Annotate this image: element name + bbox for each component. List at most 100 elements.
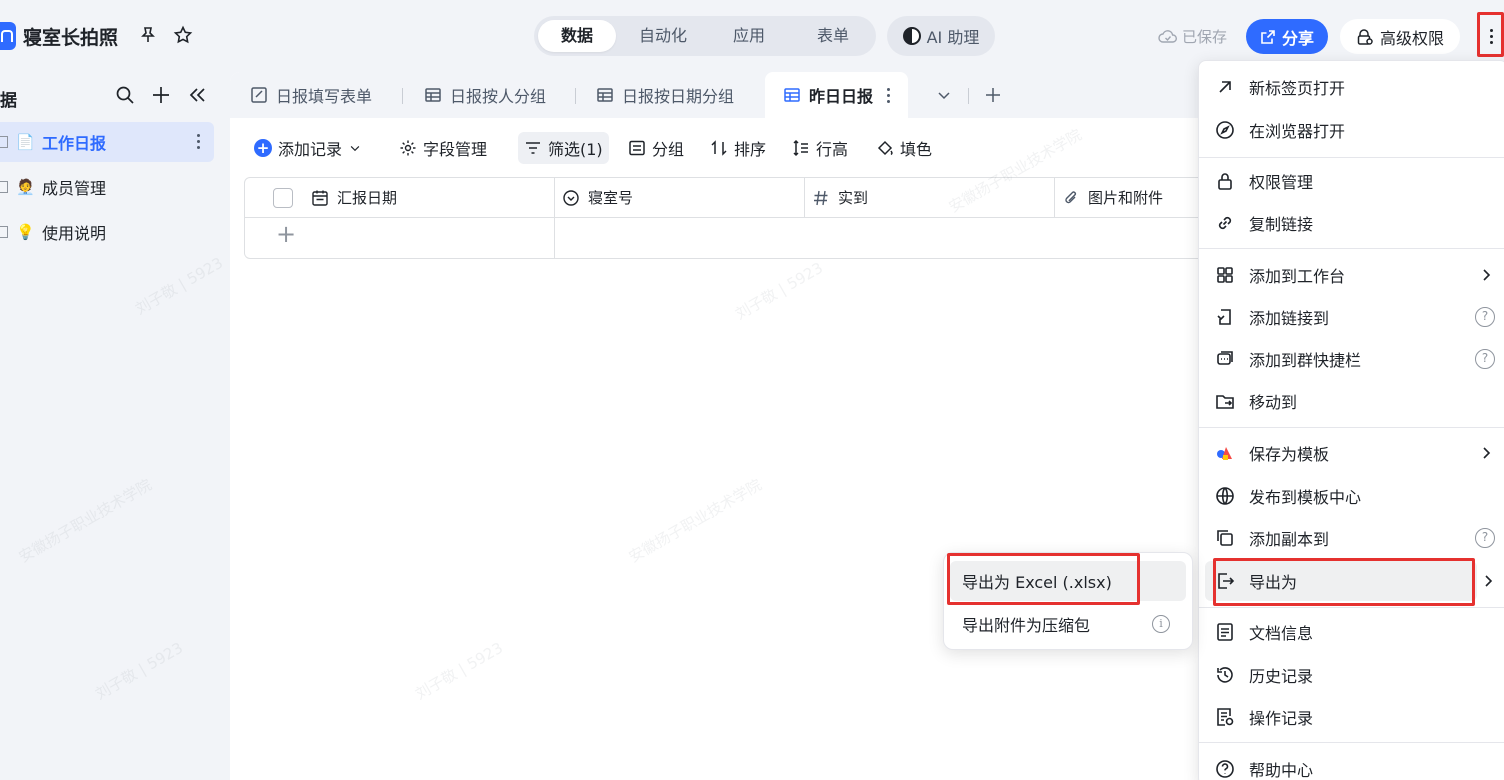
- link-icon: [1218, 216, 1232, 230]
- pin-icon[interactable]: [137, 24, 159, 46]
- doc-title[interactable]: 寝室长拍照: [23, 23, 118, 50]
- tab-label: 昨日日报: [809, 87, 874, 106]
- menu-permission-management[interactable]: 权限管理: [1199, 161, 1504, 201]
- link-to-icon: [1217, 309, 1231, 325]
- column-header-dorm[interactable]: 寝室号: [562, 178, 634, 218]
- menu-publish-to-template-center[interactable]: 发布到模板中心: [1199, 476, 1504, 516]
- sidebar-item-daily-report[interactable]: 📄 工作日报: [0, 122, 214, 162]
- group-icon: [629, 140, 645, 156]
- nav-tab-apps[interactable]: 应用: [710, 20, 788, 52]
- ai-assistant-label: AI 助理: [926, 28, 980, 47]
- calendar-icon: [312, 190, 328, 206]
- column-header-present[interactable]: 实到: [812, 178, 869, 218]
- menu-item-label: 添加链接到: [1249, 309, 1330, 328]
- tab-yesterday-report[interactable]: 昨日日报: [765, 72, 909, 118]
- plus-icon: [986, 88, 1000, 102]
- menu-item-label: 添加副本到: [1249, 530, 1330, 549]
- fill-color-button[interactable]: 填色: [870, 132, 938, 164]
- more-options-menu: 新标签页打开 在浏览器打开 权限管理 复制链接 添加到工作台 添加链接到 ? 添…: [1198, 60, 1504, 780]
- row-height-icon: [793, 139, 808, 157]
- tab-group-by-date[interactable]: 日报按日期分组: [596, 72, 734, 118]
- sidebar-item-label: 成员管理: [42, 179, 107, 198]
- menu-move-to[interactable]: 移动到: [1199, 381, 1504, 421]
- menu-history[interactable]: 历史记录: [1199, 655, 1504, 695]
- group-button[interactable]: 分组: [622, 132, 690, 164]
- share-button[interactable]: 分享: [1246, 19, 1328, 54]
- menu-item-label: 发布到模板中心: [1249, 488, 1362, 507]
- select-all-checkbox-cell: [273, 178, 293, 218]
- field-manager-button[interactable]: 字段管理: [393, 132, 493, 164]
- row-height-button[interactable]: 行高: [786, 132, 854, 164]
- filter-button[interactable]: 筛选(1): [518, 132, 609, 164]
- permission-label: 高级权限: [1379, 28, 1444, 48]
- more-options-button[interactable]: [1480, 16, 1502, 56]
- advanced-permission-button[interactable]: 高级权限: [1340, 19, 1460, 54]
- column-header-report-date[interactable]: 汇报日期: [311, 178, 398, 218]
- export-excel-option[interactable]: 导出为 Excel (.xlsx): [950, 561, 1186, 601]
- sidebar-tools: [114, 84, 208, 106]
- add-row-button[interactable]: +: [275, 222, 297, 246]
- help-icon[interactable]: ?: [1475, 307, 1495, 327]
- menu-help-center[interactable]: 帮助中心: [1199, 749, 1504, 780]
- column-header-attachments[interactable]: 图片和附件: [1062, 178, 1164, 218]
- search-icon[interactable]: [114, 84, 136, 106]
- star-icon[interactable]: [172, 24, 194, 46]
- menu-add-to-group-shortcut[interactable]: 添加到群快捷栏 ?: [1199, 339, 1504, 379]
- export-attachments-zip-option[interactable]: 导出附件为压缩包 i: [950, 604, 1186, 644]
- menu-item-label: 添加到群快捷栏: [1249, 351, 1362, 370]
- lightbulb-emoji-icon: 💡: [16, 223, 35, 241]
- help-icon[interactable]: ?: [1475, 349, 1495, 369]
- menu-copy-link[interactable]: 复制链接: [1199, 203, 1504, 243]
- menu-operation-log[interactable]: 操作记录: [1199, 697, 1504, 737]
- menu-export-as[interactable]: 导出为: [1205, 561, 1477, 601]
- chat-icon: [1217, 351, 1233, 365]
- sidebar-item-instructions[interactable]: 💡 使用说明: [0, 212, 214, 252]
- nav-tab-forms[interactable]: 表单: [794, 20, 872, 52]
- save-status: 已保存: [1158, 26, 1227, 47]
- tab-label: 日报填写表单: [276, 87, 373, 106]
- app-logo-icon: [0, 22, 16, 50]
- main-panel: 日报填写表单 日报按人分组 日报按日期分组 昨日日报 + 添加记录 字段管理 筛…: [230, 72, 1230, 780]
- column-label: 汇报日期: [337, 189, 398, 207]
- lock-icon: [1218, 173, 1232, 190]
- sort-label: 排序: [734, 140, 767, 159]
- table-icon: [425, 88, 441, 102]
- add-record-label: 添加记录: [278, 140, 343, 159]
- row-height-label: 行高: [816, 140, 849, 159]
- form-icon: [251, 87, 267, 103]
- person-emoji-icon: 🧑‍💼: [16, 178, 35, 196]
- add-record-button[interactable]: + 添加记录: [248, 132, 368, 164]
- add-view-button[interactable]: [984, 72, 1002, 118]
- menu-item-label: 文档信息: [1249, 624, 1314, 643]
- info-icon[interactable]: i: [1152, 615, 1170, 633]
- sidebar-item-label: 工作日报: [42, 134, 107, 153]
- export-submenu: 导出为 Excel (.xlsx) 导出附件为压缩包 i: [943, 552, 1193, 650]
- menu-open-in-browser[interactable]: 在浏览器打开: [1199, 110, 1504, 150]
- menu-add-copy-to[interactable]: 添加副本到 ?: [1199, 518, 1504, 558]
- template-icon: [1217, 447, 1232, 460]
- collapse-sidebar-icon[interactable]: [186, 84, 208, 106]
- copy-icon: [1217, 530, 1233, 546]
- nav-tab-data[interactable]: 数据: [538, 20, 616, 52]
- menu-item-label: 权限管理: [1249, 173, 1314, 192]
- ai-assistant-button[interactable]: AI 助理: [887, 16, 995, 56]
- tab-more-icon[interactable]: [887, 87, 891, 103]
- menu-document-info[interactable]: 文档信息: [1199, 612, 1504, 652]
- single-select-icon: [563, 189, 579, 206]
- sidebar-item-members[interactable]: 🧑‍💼 成员管理: [0, 167, 214, 207]
- menu-item-label: 导出为: [1249, 573, 1298, 592]
- nav-tab-automation[interactable]: 自动化: [622, 20, 704, 52]
- tab-daily-form[interactable]: 日报填写表单: [250, 72, 372, 118]
- view-tab-bar: 日报填写表单 日报按人分组 日报按日期分组 昨日日报: [230, 72, 1230, 118]
- help-icon[interactable]: ?: [1475, 528, 1495, 548]
- menu-save-as-template[interactable]: 保存为模板: [1199, 433, 1504, 473]
- menu-add-to-workspace[interactable]: 添加到工作台: [1199, 255, 1504, 295]
- select-all-checkbox[interactable]: [273, 187, 293, 208]
- tab-group-by-person[interactable]: 日报按人分组: [424, 72, 546, 118]
- item-more-icon[interactable]: [197, 134, 200, 149]
- menu-open-new-tab[interactable]: 新标签页打开: [1199, 67, 1504, 107]
- tabs-dropdown-button[interactable]: [935, 72, 953, 118]
- menu-add-link-to[interactable]: 添加链接到 ?: [1199, 297, 1504, 337]
- add-icon[interactable]: [150, 84, 172, 106]
- sort-button[interactable]: 排序: [704, 132, 772, 164]
